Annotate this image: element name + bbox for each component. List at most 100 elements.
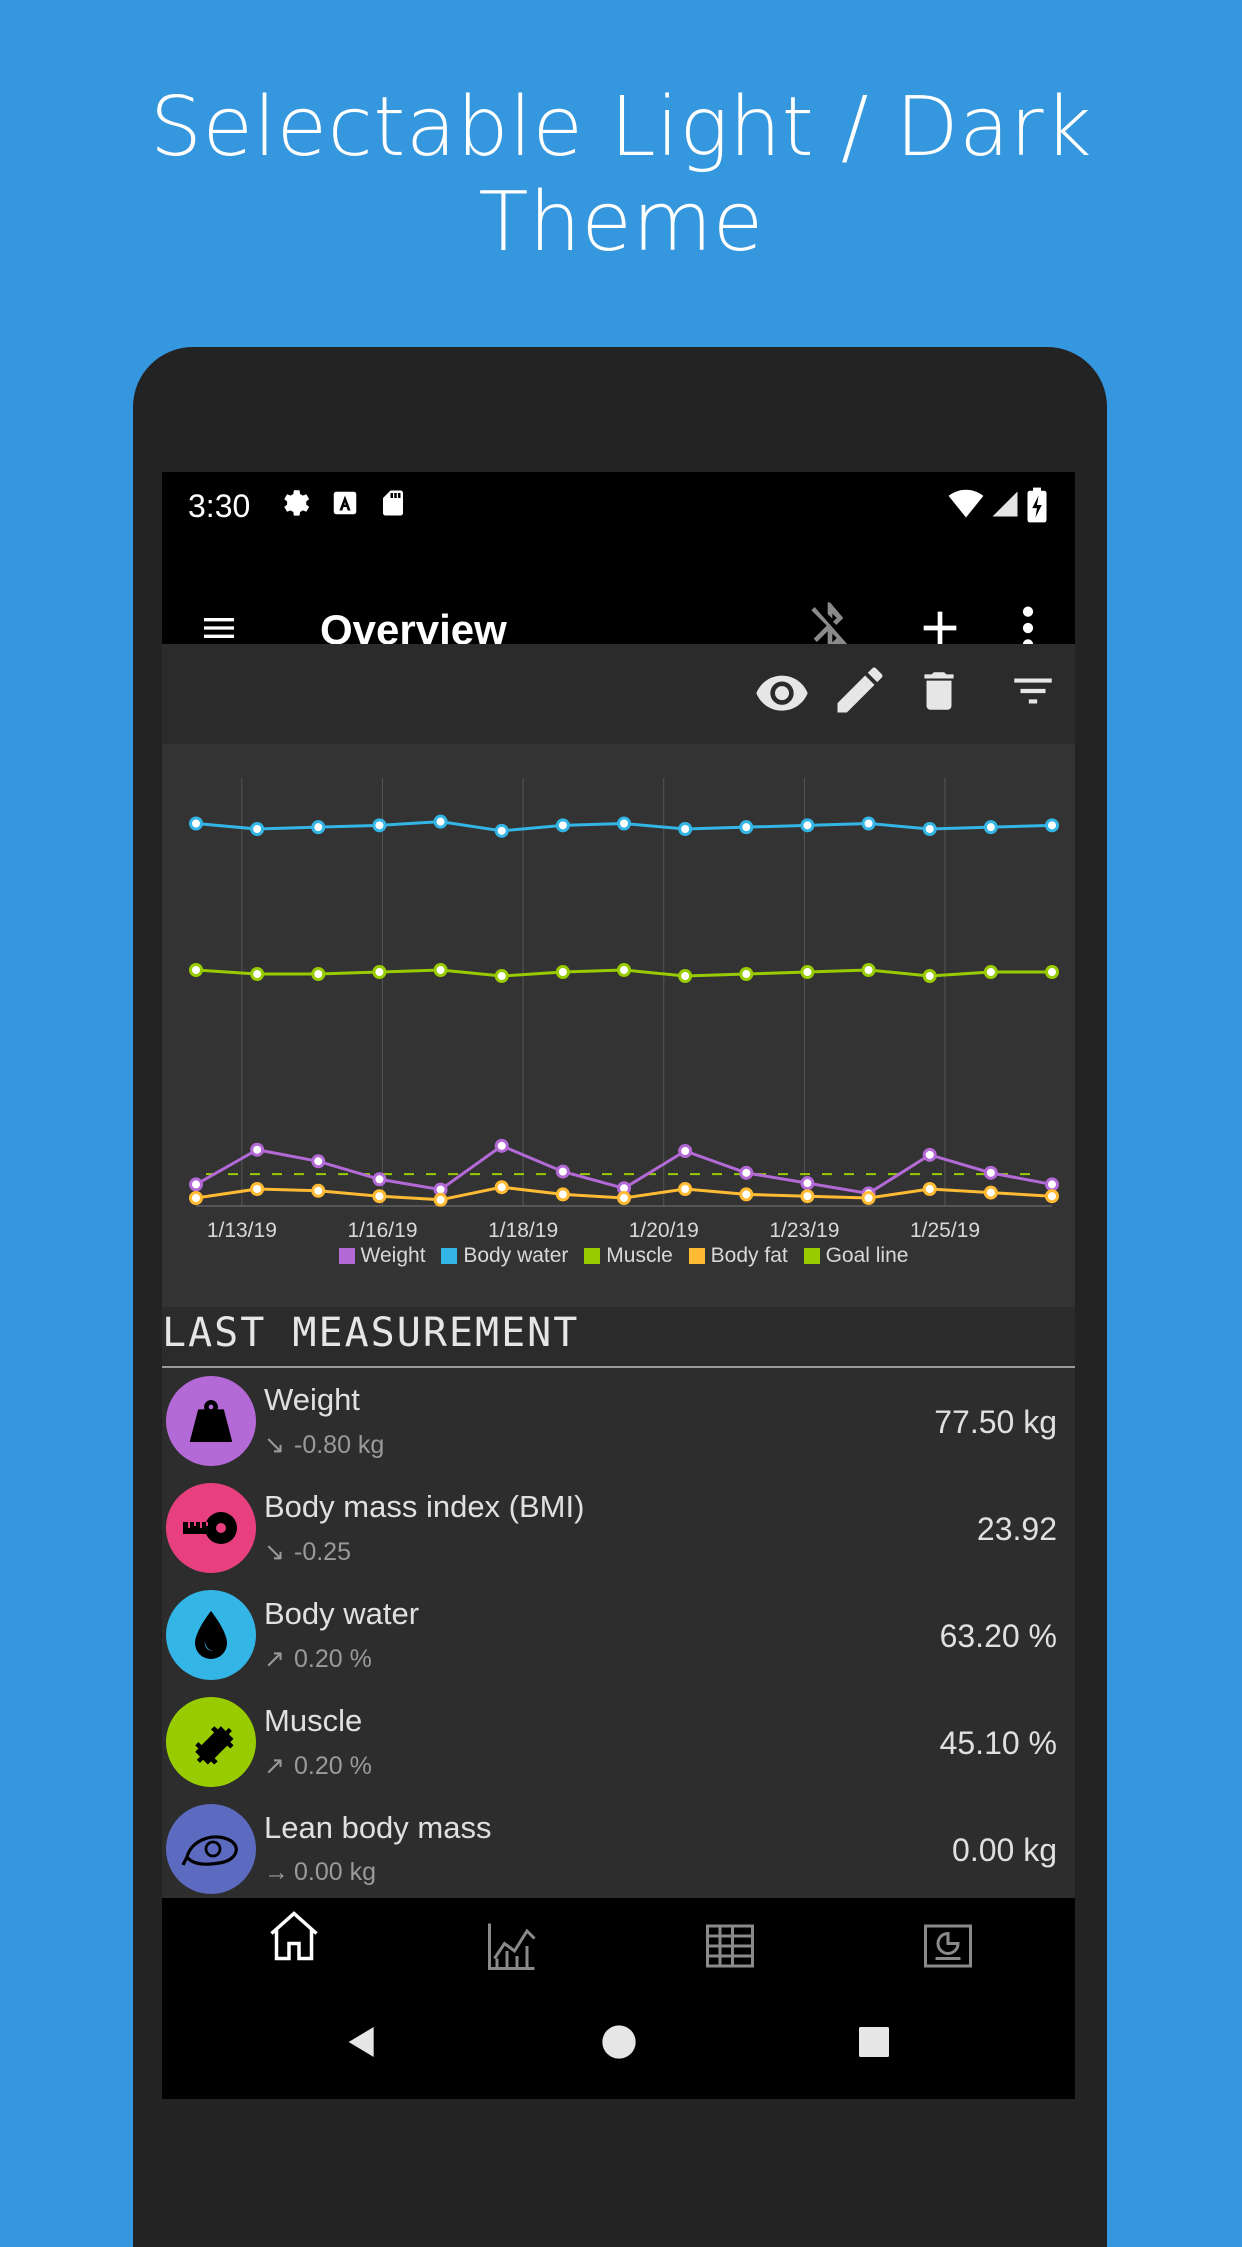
- data-point: [1045, 1177, 1059, 1192]
- edit-pencil-icon[interactable]: [830, 660, 890, 720]
- x-tick-label: 1/16/19: [347, 1219, 417, 1242]
- measurement-row-muscle[interactable]: Muscle ↗ 0.20 % 45.10 %: [162, 1689, 1075, 1796]
- last-measurement-header: LAST MEASUREMENT: [162, 1310, 1075, 1368]
- delete-trash-icon[interactable]: [914, 664, 964, 718]
- data-point: [372, 1172, 387, 1187]
- data-point: [250, 1182, 265, 1196]
- legend-muscle: Muscle: [606, 1244, 673, 1267]
- measurement-row-body-water[interactable]: Body water ↗ 0.20 % 63.20 %: [162, 1582, 1075, 1689]
- legend-body-water: Body water: [463, 1244, 569, 1267]
- measurement-badge: [166, 1804, 256, 1894]
- data-point: [983, 965, 998, 979]
- status-bar: 3:30: [162, 472, 1075, 548]
- data-point: [800, 965, 815, 979]
- data-point: [494, 1180, 509, 1195]
- data-point: [1045, 965, 1059, 979]
- legend-swatch-goal-line: [803, 1248, 820, 1264]
- statistics-chart-icon[interactable]: [482, 1916, 542, 1976]
- last-measurement-list: Weight ↘ -0.80 kg 77.50 kg Body mass inde…: [162, 1368, 1075, 1898]
- measurement-delta: → 0.00 kg: [264, 1858, 376, 1887]
- x-tick-label: 1/20/19: [629, 1219, 699, 1242]
- data-point: [555, 965, 570, 979]
- data-point: [800, 818, 815, 833]
- home-circle-icon[interactable]: [599, 2022, 639, 2062]
- trend-up-icon: ↗: [264, 1752, 285, 1780]
- legend-swatch-body-fat: [688, 1248, 705, 1264]
- data-point: [311, 967, 326, 981]
- data-point: [1045, 1189, 1059, 1204]
- settings-gear-icon: [284, 490, 310, 516]
- data-point: [983, 1185, 998, 1200]
- dumbbell-icon: [195, 1726, 234, 1765]
- data-point: [433, 814, 448, 829]
- measurement-name: Body water: [264, 1596, 420, 1631]
- recents-square-icon[interactable]: [856, 2024, 892, 2060]
- data-point: [983, 820, 998, 835]
- measurement-delta: ↘ -0.25: [264, 1537, 351, 1567]
- system-navigation-bar: [162, 1986, 1075, 2099]
- measurement-row-lean-body-mass[interactable]: Lean body mass → 0.00 kg 0.00 kg: [162, 1796, 1075, 1898]
- back-icon[interactable]: [342, 2022, 382, 2062]
- data-point: [494, 1138, 509, 1153]
- status-time: 3:30: [188, 488, 251, 524]
- data-point: [250, 1142, 265, 1157]
- hamburger-menu-icon[interactable]: [196, 608, 242, 648]
- measurement-badge: [166, 1483, 256, 1573]
- legend-swatch-weight: [338, 1248, 355, 1264]
- tape-measure-icon: [183, 1512, 237, 1544]
- measurement-badge: [166, 1697, 256, 1787]
- measurement-value: 63.20 %: [939, 1618, 1057, 1654]
- data-point: [433, 963, 448, 977]
- measurement-delta-value: 0.00 kg: [294, 1858, 377, 1886]
- filter-sort-icon[interactable]: [1008, 666, 1058, 716]
- measurement-name: Muscle: [264, 1703, 363, 1738]
- measurement-name: Lean body mass: [264, 1810, 492, 1845]
- promo-title: Selectable Light / Dark Theme: [149, 80, 1093, 270]
- legend-swatch-muscle: [584, 1248, 601, 1264]
- legend-goal-line: Goal line: [825, 1244, 909, 1267]
- data-point: [189, 816, 203, 831]
- home-icon[interactable]: [264, 1906, 324, 1966]
- data-point: [189, 1191, 203, 1205]
- data-point: [739, 967, 754, 981]
- data-point: [250, 822, 265, 836]
- sd-card-icon: [383, 490, 403, 516]
- measurement-name: Body mass index (BMI): [264, 1489, 585, 1524]
- data-point: [555, 818, 570, 833]
- table-icon[interactable]: [700, 1916, 760, 1976]
- data-point: [678, 822, 693, 836]
- data-point: [678, 1144, 693, 1158]
- data-point: [861, 816, 876, 831]
- body-analysis-icon[interactable]: [918, 1916, 978, 1976]
- measurement-row-bmi[interactable]: Body mass index (BMI) ↘ -0.25 23.92: [162, 1475, 1075, 1582]
- measurement-badge: [166, 1590, 256, 1680]
- data-point: [800, 1189, 815, 1204]
- line-chart[interactable]: 1/13/19 1/16/19 1/18/19 1/20/19 1/23/19 1/25/…: [162, 744, 1075, 1244]
- weight-icon: [189, 1400, 233, 1442]
- data-point: [739, 1187, 754, 1202]
- overview-chart[interactable]: 1/13/19 1/16/19 1/18/19 1/20/19 1/23/19 1/25/…: [162, 744, 1075, 1307]
- measurement-delta-value: -0.80 kg: [294, 1431, 385, 1459]
- data-point: [311, 1183, 326, 1198]
- data-point: [922, 969, 937, 983]
- data-point: [739, 1165, 754, 1180]
- measurement-delta-value: 0.20 %: [294, 1645, 372, 1673]
- data-point: [555, 1164, 570, 1179]
- data-point: [311, 820, 326, 835]
- data-point: [372, 1189, 387, 1204]
- eye-icon[interactable]: [754, 664, 810, 720]
- measurement-value: 0.00 kg: [952, 1832, 1057, 1868]
- cell-signal-icon: [992, 491, 1018, 517]
- water-drop-icon: [195, 1611, 227, 1659]
- trend-flat-icon: →: [264, 1858, 289, 1886]
- data-point: [617, 816, 631, 831]
- measurement-row-weight[interactable]: Weight ↘ -0.80 kg 77.50 kg: [162, 1368, 1075, 1475]
- data-point: [800, 1176, 815, 1191]
- data-point: [433, 1192, 448, 1207]
- measurement-delta-value: -0.25: [294, 1538, 351, 1566]
- meat-icon: [181, 1835, 238, 1866]
- data-point: [494, 823, 509, 838]
- phone-screen: 3:30 Overview 1/13/19 1/16/19 1/18/19 1/…: [162, 472, 1075, 2099]
- data-point: [250, 967, 265, 981]
- x-tick-label: 1/23/19: [769, 1219, 839, 1242]
